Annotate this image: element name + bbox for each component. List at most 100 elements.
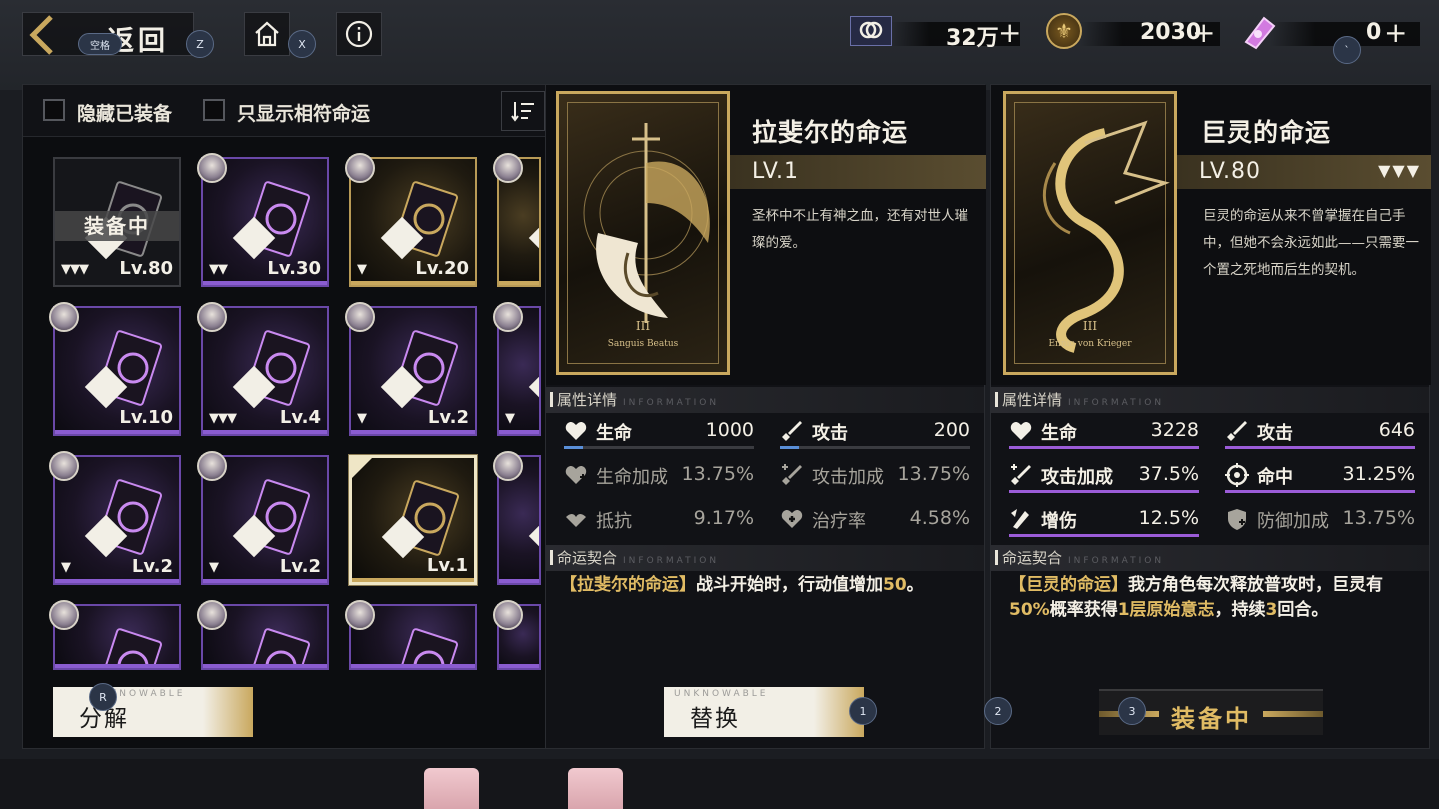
fate-description: 圣杯中不止有神之血，还有对世人璀璨的爱。 [752, 208, 968, 251]
card-level: Lv.80 [119, 258, 173, 279]
character-legs [418, 768, 623, 809]
effect-text: ，持续 [1214, 600, 1266, 620]
stat-value: 12.5% [1138, 507, 1199, 529]
stat-row: 治疗率 4.58% [780, 505, 970, 535]
filter-row: 隐藏已装备 只显示相符命运 [23, 85, 563, 137]
stat-name: 生命加成 [596, 467, 668, 488]
info-button[interactable] [336, 12, 382, 56]
tarot-numeral: III [635, 319, 651, 333]
attr-en-label: INFORMATION [1068, 398, 1165, 408]
stat-name: 治疗率 [812, 511, 866, 532]
inventory-panel: 隐藏已装备 只显示相符命运 装备中 ▼▼▼ Lv.80 ▼▼ Lv.30 ▼ Lv.20 [22, 84, 563, 749]
effect-name: 【巨灵的命运】 [1009, 575, 1128, 595]
attr-section-title: 属性详情 INFORMATION [995, 389, 1164, 413]
rarity-underline [203, 664, 327, 668]
stat-name: 生命 [1041, 423, 1077, 444]
home-button[interactable] [244, 12, 290, 56]
fate-card[interactable]: Lv.1 [349, 455, 477, 585]
stat-name: 攻击 [812, 423, 848, 444]
resist-icon [566, 514, 586, 527]
character-avatar [49, 302, 79, 332]
rarity-underline [351, 430, 475, 434]
stat-value: 13.75% [681, 463, 754, 485]
stat-value: 13.75% [1342, 507, 1415, 529]
stat-underline [780, 446, 970, 449]
rank-indicator: ▼▼ [209, 262, 228, 277]
card-level: Lv.4 [279, 407, 321, 428]
dash-right [1263, 711, 1323, 717]
damage-icon [1011, 509, 1029, 529]
ticket-icon [850, 16, 892, 46]
card-level: Lv.10 [119, 407, 173, 428]
stat-row: 命中 31.25% [1225, 461, 1415, 493]
fate-en-label: INFORMATION [1068, 556, 1165, 566]
rarity-underline [55, 430, 179, 434]
equipped-label: 装备中 [1171, 705, 1252, 733]
attr-title-text: 属性详情 [1002, 391, 1063, 409]
currency-add-button-1[interactable]: + [998, 16, 1021, 49]
decompose-button[interactable]: UNKNOWABLE 分解 [53, 687, 253, 737]
stat-name: 增伤 [1041, 511, 1077, 532]
rarity-underline [203, 430, 327, 434]
stat-row: 生命 3228 [1009, 417, 1199, 449]
sword-icon [1227, 421, 1247, 441]
card-level: Lv.20 [415, 258, 469, 279]
card-art-icon [528, 365, 539, 409]
stat-name: 攻击加成 [1041, 467, 1113, 488]
rarity-underline [351, 664, 475, 668]
fate-effect: 【拉斐尔的命运】战斗开始时，行动值增加50。 [560, 573, 980, 598]
currency-add-button-2[interactable]: + [1192, 16, 1215, 49]
character-avatar [197, 451, 227, 481]
fate-section-title: 命运契合 INFORMATION [550, 547, 719, 571]
effect-value: 50 [883, 575, 907, 595]
info-icon [345, 20, 373, 48]
character-avatar [493, 302, 523, 332]
stat-value: 37.5% [1138, 463, 1199, 485]
defense-plus-icon [1228, 509, 1246, 530]
character-avatar [49, 451, 79, 481]
fate-card[interactable]: 装备中 ▼▼▼ Lv.80 [53, 157, 181, 287]
hide-equipped-label: 隐藏已装备 [77, 103, 173, 125]
character-avatar [345, 153, 375, 183]
fate-header: III Ennio von Krieger 巨灵的命运 LV.80 ▼▼▼ 巨灵… [991, 85, 1431, 385]
replace-button[interactable]: UNKNOWABLE 替换 [664, 687, 864, 737]
show-matching-checkbox[interactable] [203, 99, 225, 121]
target-icon [1225, 463, 1249, 487]
hint-r: R [89, 683, 117, 711]
stat-value: 1000 [705, 419, 754, 441]
stat-underline [564, 446, 754, 449]
stat-row: 增伤 12.5% [1009, 505, 1199, 537]
equipped-fate-detail: III Ennio von Krieger 巨灵的命运 LV.80 ▼▼▼ 巨灵… [984, 84, 1431, 749]
rank-indicator: ▼ [209, 560, 219, 575]
sort-icon [511, 102, 534, 122]
rarity-underline [55, 579, 179, 583]
rarity-underline [55, 664, 179, 668]
card-level: Lv.2 [427, 407, 469, 428]
effect-text: 概率获得 [1049, 600, 1118, 620]
currency-add-button-3[interactable]: + [1384, 16, 1407, 49]
card-level: Lv.30 [267, 258, 321, 279]
character-avatar [49, 600, 79, 630]
character-avatar [345, 600, 375, 630]
stat-name: 攻击 [1257, 423, 1293, 444]
stat-row: 攻击 200 [780, 417, 970, 449]
tarot-caption: Sanguis Beatus [607, 339, 679, 349]
tarot-card-art: III Ennio von Krieger [1003, 91, 1177, 375]
heart-plus-icon [565, 466, 587, 484]
sort-button[interactable] [501, 91, 545, 131]
section-bar [995, 550, 998, 565]
rank-indicator: ▼▼▼ [1378, 161, 1421, 180]
section-bar [550, 392, 553, 407]
effect-duration: 3 [1265, 600, 1278, 620]
selected-corner [352, 458, 372, 478]
hint-z: Z [186, 30, 214, 58]
heart-icon [1010, 422, 1032, 440]
hide-equipped-checkbox[interactable] [43, 99, 65, 121]
effect-name: 【拉斐尔的命运】 [560, 575, 696, 595]
sword-plus-icon [782, 464, 802, 485]
rarity-underline [351, 281, 475, 285]
rarity-underline [499, 579, 539, 583]
character-avatar [197, 153, 227, 183]
stat-underline [1225, 490, 1415, 493]
fate-effect: 【巨灵的命运】我方角色每次释放普攻时，巨灵有 50%概率获得1层原始意志，持续3回… [1009, 573, 1419, 623]
